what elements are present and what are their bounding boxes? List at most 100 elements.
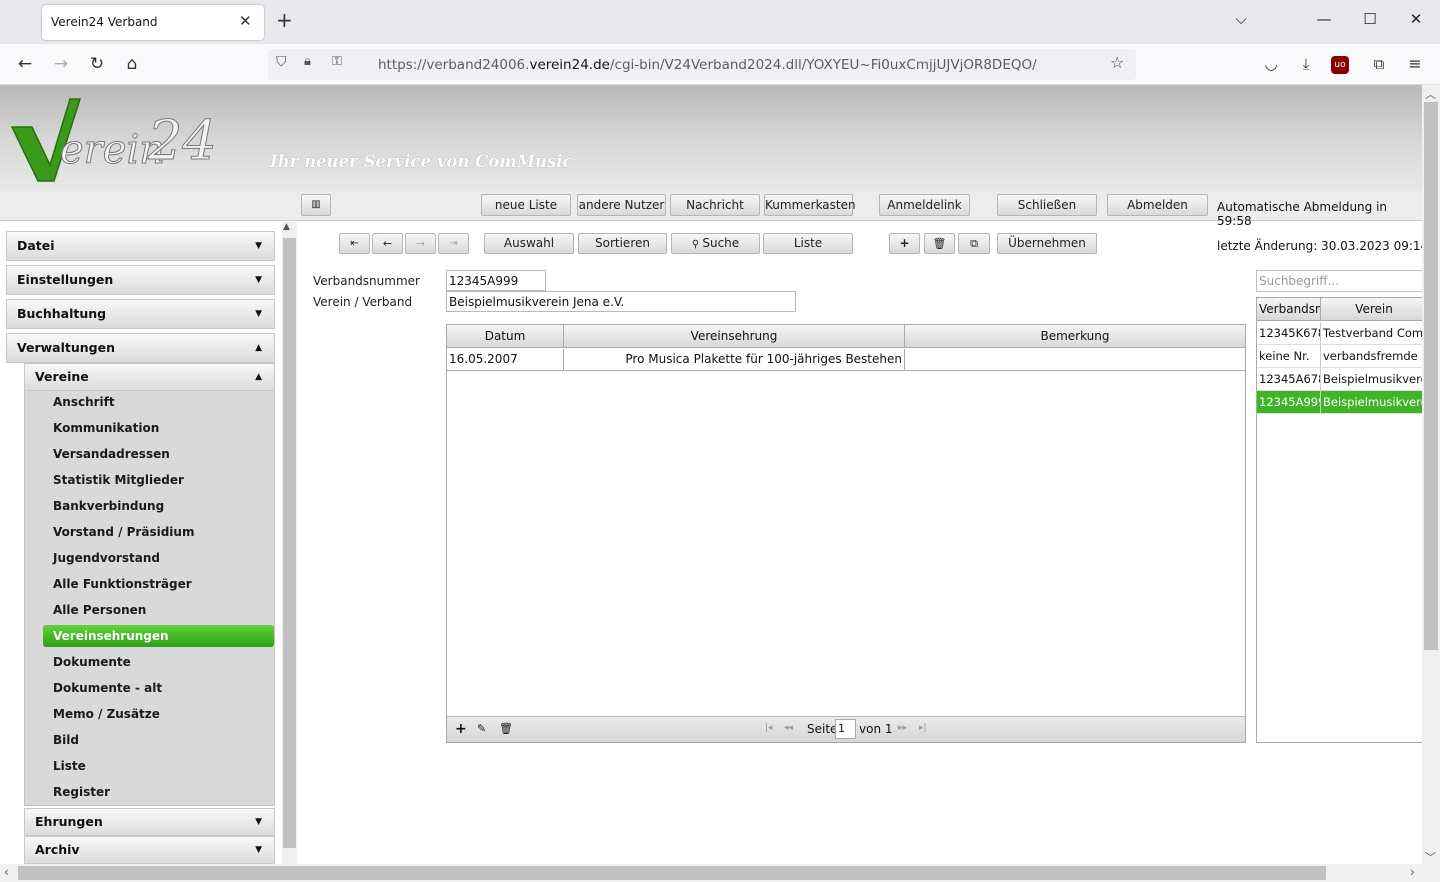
list-cell-verein[interactable]: Beispielmusikverein — [1321, 368, 1425, 391]
cell-vereinsehrung[interactable]: Pro Musica Plakette für 100-jähriges Bes… — [564, 349, 905, 371]
minimize-icon[interactable]: — — [1312, 10, 1336, 28]
sidebar-scrollbar-thumb[interactable] — [283, 238, 296, 848]
sidebar-item-bankverbindung[interactable]: Bankverbindung — [43, 495, 274, 517]
sidebar-section-verwaltungen[interactable]: Verwaltungen ▲ — [6, 333, 275, 363]
pocket-icon[interactable]: ◡ — [1259, 53, 1283, 77]
message-button[interactable]: Nachricht — [670, 194, 760, 216]
scroll-right-icon[interactable]: › — [1410, 865, 1415, 879]
sidebar-section-buchhaltung[interactable]: Buchhaltung ▼ — [6, 299, 275, 329]
column-header-datum[interactable]: Datum — [447, 325, 564, 348]
sidebar-item-statistik-mitglieder[interactable]: Statistik Mitglieder — [43, 469, 274, 491]
copy-icon[interactable]: ⧉ — [958, 233, 990, 254]
sidebar-toggle-button[interactable]: ▥ — [301, 194, 331, 216]
ublock-icon[interactable]: uo — [1331, 56, 1349, 74]
sidebar-subsection-vereine[interactable]: Vereine ▲ — [24, 363, 275, 391]
download-icon[interactable]: ⤓ — [1294, 53, 1318, 77]
prev-page-icon[interactable]: ◂◂ — [784, 723, 793, 733]
column-header-verbandsnr[interactable]: Verbandsnr — [1257, 298, 1321, 321]
next-page-icon[interactable]: ▸▸ — [898, 723, 907, 733]
search-input[interactable]: Suchbegriff... — [1256, 270, 1426, 292]
column-header-verein[interactable]: Verein — [1321, 298, 1425, 321]
list-cell-verein[interactable]: Testverband Comm — [1321, 322, 1425, 345]
sidebar-item-memo[interactable]: Memo / Zusätze — [43, 703, 274, 725]
sidebar-section-datei[interactable]: Datei ▼ — [6, 231, 275, 261]
sidebar-item-anschrift[interactable]: Anschrift — [43, 391, 274, 413]
delete-row-icon[interactable]: 🗑︎ — [499, 722, 513, 735]
registration-link-button[interactable]: Anmeldelink — [879, 194, 970, 216]
browser-tab[interactable]: Verein24 Verband ✕ — [42, 5, 264, 40]
sidebar-item-alle-personen[interactable]: Alle Personen — [43, 599, 274, 621]
scroll-down-icon[interactable]: ﹀ — [1425, 849, 1436, 865]
cell-datum[interactable]: 16.05.2007 — [447, 349, 564, 371]
list-cell-nr[interactable]: 12345A678 — [1257, 368, 1321, 391]
lock-icon[interactable]: 🔒︎ — [304, 54, 311, 69]
sidebar-item-register[interactable]: Register — [43, 781, 274, 803]
new-tab-icon[interactable]: + — [276, 10, 293, 30]
complaint-box-button[interactable]: Kummerkasten — [764, 194, 856, 216]
edit-icon[interactable]: ✎ — [477, 722, 486, 735]
sortieren-button[interactable]: Sortieren — [578, 233, 667, 254]
forward-icon[interactable]: → — [49, 53, 73, 77]
prev-record-button[interactable]: ← — [372, 233, 403, 254]
close-tab-icon[interactable]: ✕ — [239, 12, 252, 30]
sidebar-item-dokumente[interactable]: Dokumente — [43, 651, 274, 673]
sidebar-item-kommunikation[interactable]: Kommunikation — [43, 417, 274, 439]
add-icon[interactable]: + — [889, 233, 920, 254]
maximize-icon[interactable]: ☐ — [1358, 10, 1382, 28]
close-window-icon[interactable]: ✕ — [1404, 10, 1428, 28]
close-button[interactable]: Schließen — [997, 194, 1097, 216]
sidebar-subsection-archiv[interactable]: Archiv ▼ — [24, 836, 275, 864]
uebernehmen-button[interactable]: Übernehmen — [997, 233, 1097, 254]
page-vertical-scrollbar-thumb[interactable] — [1424, 102, 1438, 650]
extensions-icon[interactable]: ⧉ — [1367, 53, 1391, 77]
sidebar-item-bild[interactable]: Bild — [43, 729, 274, 751]
bookmark-star-icon[interactable]: ☆ — [1110, 53, 1124, 72]
list-cell-verein[interactable]: verbandsfremde Pe — [1321, 345, 1425, 368]
list-cell-nr-selected[interactable]: 12345A999 — [1257, 391, 1321, 414]
new-list-button[interactable]: neue Liste — [481, 194, 571, 216]
last-record-button[interactable]: ⇥ — [438, 233, 469, 254]
suche-button[interactable]: ⚲ Suche — [671, 233, 760, 254]
scroll-up-icon[interactable]: ︿ — [1425, 86, 1436, 102]
sidebar-section-einstellungen[interactable]: Einstellungen ▼ — [6, 265, 275, 295]
sidebar-item-liste[interactable]: Liste — [43, 755, 274, 777]
page-input[interactable]: 1 — [835, 719, 856, 739]
sidebar-item-vorstand[interactable]: Vorstand / Präsidium — [43, 521, 274, 543]
sidebar-item-versandadressen[interactable]: Versandadressen — [43, 443, 274, 465]
other-user-button[interactable]: andere Nutzer — [577, 194, 666, 216]
back-icon[interactable]: ← — [13, 53, 37, 77]
cell-bemerkung[interactable] — [905, 349, 1245, 371]
reload-icon[interactable]: ↻ — [85, 53, 109, 77]
last-page-icon[interactable]: ▸| — [919, 723, 927, 733]
next-record-button[interactable]: → — [405, 233, 436, 254]
sidebar-item-jugendvorstand[interactable]: Jugendvorstand — [43, 547, 274, 569]
scroll-left-icon[interactable]: ‹ — [4, 865, 9, 879]
sidebar-item-funktionstraeger[interactable]: Alle Funktionsträger — [43, 573, 274, 595]
menu-icon[interactable]: ≡ — [1403, 53, 1427, 77]
sidebar-item-vereinsehrungen[interactable]: Vereinsehrungen — [43, 625, 274, 647]
column-header-vereinsehrung[interactable]: Vereinsehrung — [564, 325, 905, 348]
home-icon[interactable]: ⌂ — [120, 53, 144, 77]
scroll-up-icon[interactable]: ▲ — [283, 222, 290, 232]
url-bar[interactable]: ⛉ 🔒︎ ⚿ https://verband24006.verein24.de/… — [268, 49, 1136, 80]
tab-list-chevron-icon[interactable]: ⌵ — [1229, 10, 1253, 28]
permissions-icon[interactable]: ⚿ — [332, 54, 342, 69]
first-record-button[interactable]: ⇤ — [339, 233, 370, 254]
logout-button[interactable]: Abmelden — [1107, 194, 1208, 216]
sidebar-item-dokumente-alt[interactable]: Dokumente - alt — [43, 677, 274, 699]
shield-icon[interactable]: ⛉ — [276, 54, 287, 70]
add-row-icon[interactable]: + — [455, 721, 467, 737]
delete-icon[interactable]: 🗑︎ — [924, 233, 955, 254]
liste-button[interactable]: Liste — [763, 233, 853, 254]
sidebar-subsection-ehrungen[interactable]: Ehrungen ▼ — [24, 808, 275, 836]
list-cell-nr[interactable]: 12345K678 — [1257, 322, 1321, 345]
list-cell-verein-selected[interactable]: Beispielmusikverein — [1321, 391, 1425, 414]
url-text[interactable]: https://verband24006.verein24.de/cgi-bin… — [378, 57, 1037, 73]
verbandsnummer-field[interactable]: 12345A999 — [446, 270, 546, 291]
list-cell-nr[interactable]: keine Nr. — [1257, 345, 1321, 368]
first-page-icon[interactable]: |◂ — [765, 723, 773, 733]
page-horizontal-scrollbar-thumb[interactable] — [18, 866, 1326, 880]
auswahl-button[interactable]: Auswahl — [484, 233, 574, 254]
verein-field[interactable]: Beispielmusikverein Jena e.V. — [446, 291, 796, 312]
column-header-bemerkung[interactable]: Bemerkung — [905, 325, 1245, 348]
